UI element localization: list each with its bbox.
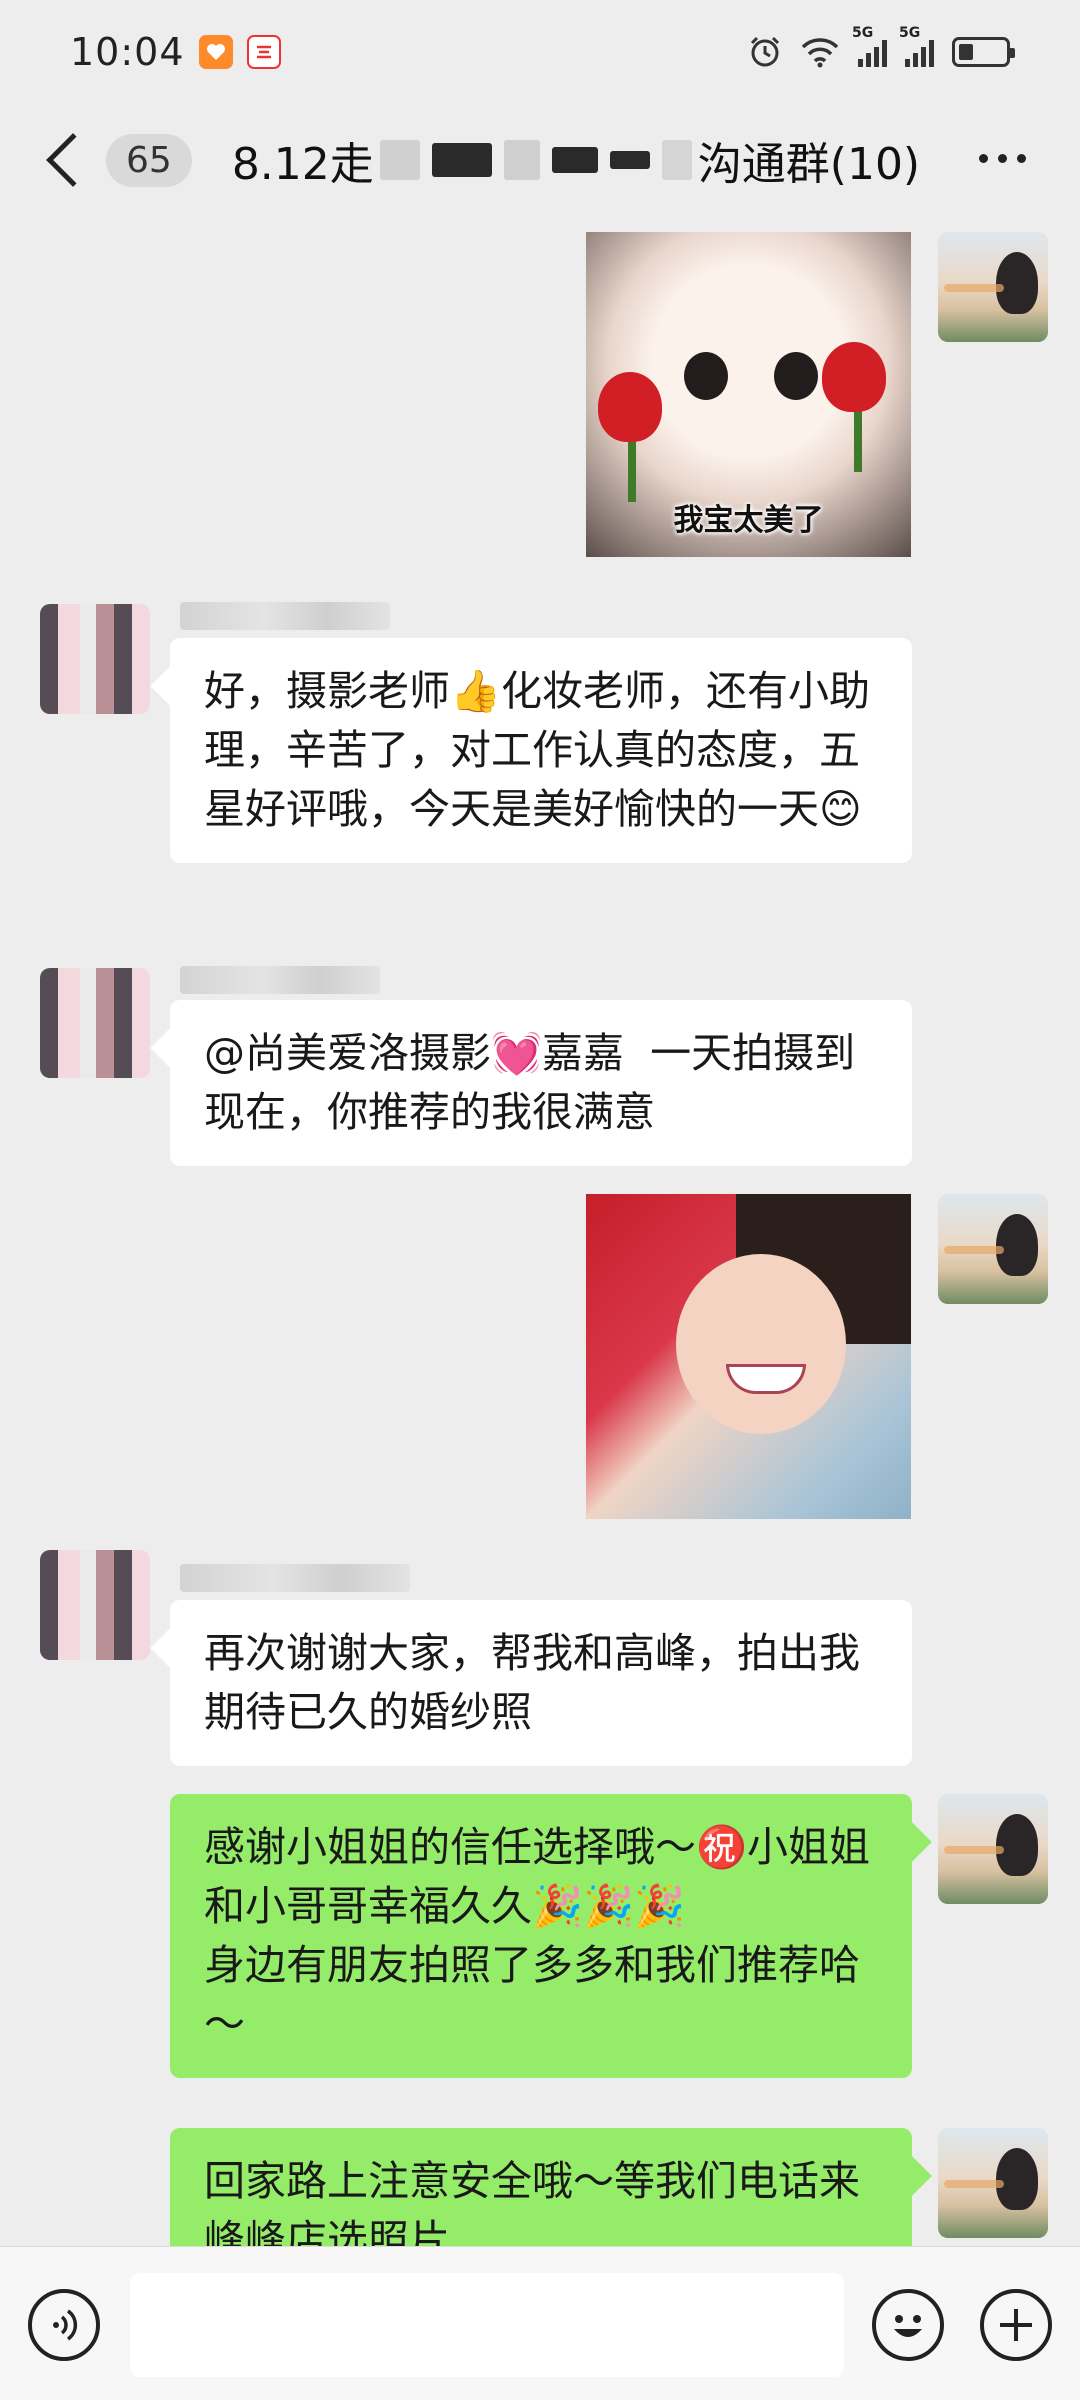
sticker-caption: 我宝太美了 <box>673 503 824 538</box>
signal-icon: 5G <box>852 25 887 67</box>
redacted-block <box>431 143 492 177</box>
my-avatar[interactable] <box>938 1194 1048 1304</box>
sender-avatar[interactable] <box>40 968 150 1078</box>
signal-icon-2: 5G <box>899 25 934 67</box>
battery-icon <box>952 37 1015 67</box>
more-options-icon[interactable] <box>979 154 1026 163</box>
chat-header: 65 8.12走 沟通群(10) <box>0 104 1080 216</box>
sender-name-redacted <box>180 966 380 994</box>
wifi-icon <box>801 38 839 68</box>
redacted-block <box>661 140 692 180</box>
back-icon[interactable] <box>46 133 100 187</box>
input-bar <box>0 2246 1080 2400</box>
unread-count-badge[interactable]: 65 <box>106 133 192 187</box>
sender-name-redacted <box>180 1564 410 1592</box>
status-bar: 10:04 5G 5G <box>0 0 1080 104</box>
my-message-bubble[interactable]: 回家路上注意安全哦～等我们电话来峰峰店选照片 <box>170 2128 912 2246</box>
plus-icon[interactable] <box>980 2289 1052 2361</box>
message-list[interactable]: 我宝太美了 好，摄影老师👍化妆老师，还有小助理，辛苦了，对工作认真的态度，五星好… <box>0 216 1080 2246</box>
rose-image <box>598 372 662 442</box>
message-bubble[interactable]: 再次谢谢大家，帮我和高峰，拍出我期待已久的婚纱照 <box>170 1600 912 1766</box>
cat-sticker-message[interactable]: 我宝太美了 <box>586 232 911 557</box>
redacted-block <box>609 151 650 169</box>
redacted-block <box>379 140 420 180</box>
my-message-bubble[interactable]: 感谢小姐姐的信任选择哦～㊗️小姐姐和小哥哥幸福久久🎉🎉🎉 身边有朋友拍照了多多和… <box>170 1794 912 2078</box>
rose-image <box>822 342 886 412</box>
my-avatar[interactable] <box>938 1794 1048 1904</box>
sender-avatar[interactable] <box>40 604 150 714</box>
redacted-block <box>551 147 598 173</box>
redacted-block <box>503 140 540 180</box>
notification-app-icon-2 <box>246 35 281 69</box>
network-type-label-2: 5G <box>899 25 921 41</box>
emoji-icon[interactable] <box>872 2289 944 2361</box>
voice-icon[interactable] <box>28 2289 100 2361</box>
alarm-icon <box>750 36 780 67</box>
sender-avatar[interactable] <box>40 1550 150 1660</box>
message-input[interactable] <box>130 2273 844 2377</box>
message-bubble[interactable]: 好，摄影老师👍化妆老师，还有小助理，辛苦了，对工作认真的态度，五星好评哦，今天是… <box>170 638 912 863</box>
my-avatar[interactable] <box>938 232 1048 342</box>
sender-name-redacted <box>180 602 390 630</box>
kid-sticker-message[interactable] <box>586 1194 911 1519</box>
notification-app-icon <box>198 35 233 69</box>
network-type-label: 5G <box>852 25 874 41</box>
my-avatar[interactable] <box>938 2128 1048 2238</box>
chat-title-suffix: 沟通群(10) <box>697 139 921 190</box>
status-time: 10:04 <box>70 30 185 74</box>
chat-title-prefix: 8.12走 <box>231 139 374 190</box>
message-bubble[interactable]: @尚美爱洛摄影💓嘉嘉 一天拍摄到现在，你推荐的我很满意 <box>170 1000 912 1166</box>
chat-title: 8.12走 沟通群(10) <box>232 128 920 192</box>
